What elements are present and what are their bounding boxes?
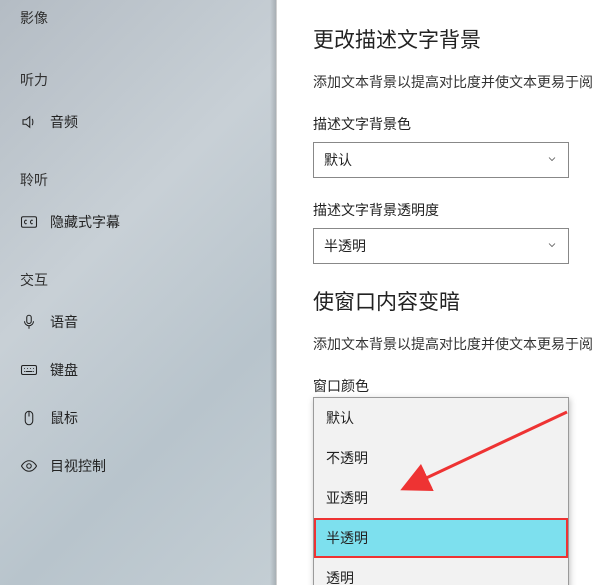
sidebar-item-label: 鼠标 [50, 408, 78, 428]
sidebar-group-listen: 聆听 [12, 146, 276, 198]
field-label-bgopacity: 描述文字背景透明度 [313, 200, 605, 220]
sidebar-item-label: 语音 [50, 312, 78, 332]
select-value: 默认 [324, 150, 352, 170]
dropdown-option-selected[interactable]: 半透明 [314, 518, 568, 558]
sidebar-item-audio[interactable]: 音频 [12, 98, 276, 146]
dropdown-option[interactable]: 亚透明 [314, 478, 568, 518]
sidebar-item-eyecontrol[interactable]: 目视控制 [12, 442, 276, 490]
eye-icon [20, 457, 38, 475]
section-desc: 添加文本背景以提高对比度并使文本更易于阅 [313, 334, 605, 354]
sidebar-group-hearing: 听力 [12, 36, 276, 98]
sidebar-group-interact: 交互 [12, 246, 276, 298]
sidebar-group-label: 交互 [20, 272, 48, 288]
dropdown-option[interactable]: 不透明 [314, 438, 568, 478]
speaker-icon [20, 113, 38, 131]
dropdown-option[interactable]: 透明 [314, 558, 568, 585]
mouse-icon [20, 409, 38, 427]
field-label-windowcolor: 窗口颜色 [313, 376, 605, 396]
select-bgcolor[interactable]: 默认 [313, 142, 569, 178]
sidebar-item-label: 键盘 [50, 360, 78, 380]
cc-icon [20, 213, 38, 231]
section-desc: 添加文本背景以提高对比度并使文本更易于阅 [313, 72, 605, 92]
sidebar-item-label: 目视控制 [50, 456, 106, 476]
field-label-bgcolor: 描述文字背景色 [313, 114, 605, 134]
chevron-down-icon [546, 238, 558, 254]
sidebar-group-video: 影像 [12, 0, 276, 36]
sidebar-item-label: 隐藏式字幕 [50, 212, 120, 232]
sidebar-item-label: 音频 [50, 112, 78, 132]
chevron-down-icon [546, 152, 558, 168]
select-value: 半透明 [324, 236, 366, 256]
sidebar-group-label: 听力 [20, 72, 48, 88]
select-bgopacity[interactable]: 半透明 [313, 228, 569, 264]
sidebar-item-keyboard[interactable]: 键盘 [12, 346, 276, 394]
section-title: 使窗口内容变暗 [313, 286, 605, 316]
sidebar-item-voice[interactable]: 语音 [12, 298, 276, 346]
sidebar: 影像 听力 音频 聆听 隐藏式字幕 交互 语音 [0, 0, 277, 585]
keyboard-icon [20, 361, 38, 379]
sidebar-item-captions[interactable]: 隐藏式字幕 [12, 198, 276, 246]
dropdown-window-opacity[interactable]: 默认 不透明 亚透明 半透明 透明 [313, 397, 569, 585]
mic-icon [20, 313, 38, 331]
sidebar-group-label: 影像 [20, 10, 48, 26]
sidebar-item-mouse[interactable]: 鼠标 [12, 394, 276, 442]
dropdown-option[interactable]: 默认 [314, 398, 568, 438]
sidebar-group-label: 聆听 [20, 172, 48, 188]
section-title: 更改描述文字背景 [313, 24, 605, 54]
main-content: 更改描述文字背景 添加文本背景以提高对比度并使文本更易于阅 描述文字背景色 默认… [277, 0, 605, 585]
